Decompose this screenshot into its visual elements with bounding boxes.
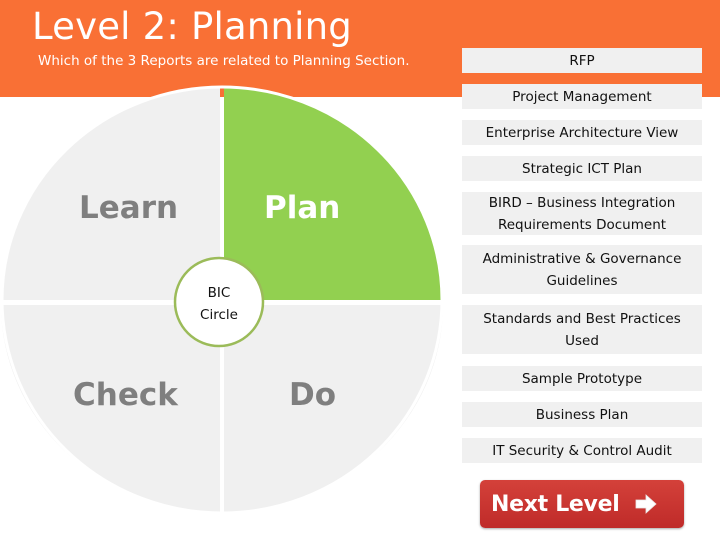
quadrant-label-check: Check — [73, 377, 178, 413]
option-bird[interactable]: BIRD – Business Integration Requirements… — [462, 192, 702, 235]
option-business-plan[interactable]: Business Plan — [462, 402, 702, 427]
next-level-label: Next Level — [491, 491, 620, 517]
option-administrative-governance-guidelines[interactable]: Administrative & Governance Guidelines — [462, 245, 702, 294]
quadrant-label-do: Do — [289, 377, 337, 413]
quadrant-label-plan: Plan — [264, 190, 341, 226]
bic-center-label-line1: BIC — [207, 285, 231, 301]
option-standards-best-practices[interactable]: Standards and Best Practices Used — [462, 305, 702, 354]
page-title: Level 2: Planning — [32, 5, 352, 48]
option-project-management[interactable]: Project Management — [462, 84, 702, 109]
bic-center-label: BIC Circle — [174, 282, 264, 326]
option-enterprise-architecture-view[interactable]: Enterprise Architecture View — [462, 120, 702, 145]
bic-center-label-line2: Circle — [200, 307, 238, 323]
option-strategic-ict-plan[interactable]: Strategic ICT Plan — [462, 156, 702, 181]
page-subtitle: Which of the 3 Reports are related to Pl… — [38, 53, 410, 69]
option-it-security-control-audit[interactable]: IT Security & Control Audit — [462, 438, 702, 463]
option-sample-prototype[interactable]: Sample Prototype — [462, 366, 702, 391]
option-rfp[interactable]: RFP — [462, 48, 702, 73]
quadrant-label-learn: Learn — [79, 190, 179, 226]
arrow-right-icon — [635, 494, 657, 514]
next-level-button[interactable]: Next Level — [480, 480, 684, 528]
